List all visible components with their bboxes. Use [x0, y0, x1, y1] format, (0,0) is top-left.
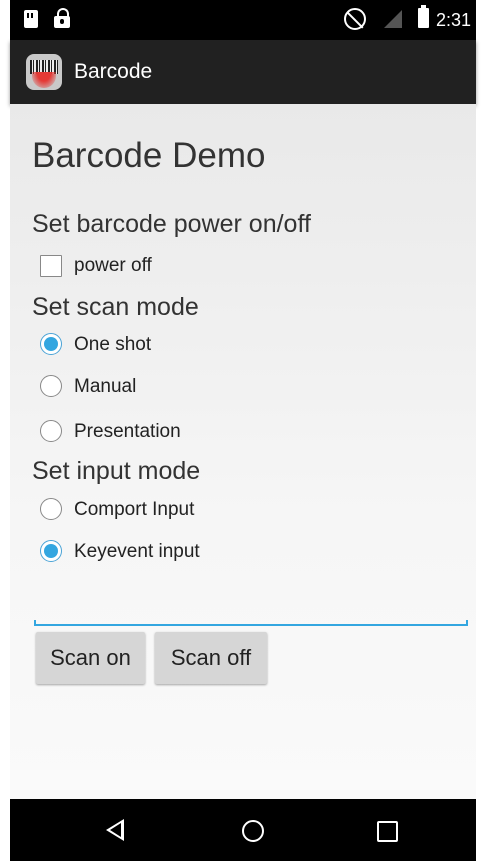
- manual-radio[interactable]: [40, 375, 62, 397]
- scan-mode-section-title: Set scan mode: [32, 293, 199, 321]
- page-title: Barcode Demo: [32, 136, 266, 175]
- presentation-label[interactable]: Presentation: [74, 421, 181, 443]
- scan-on-button[interactable]: Scan on: [36, 632, 145, 684]
- presentation-radio[interactable]: [40, 420, 62, 442]
- main-content: Barcode Demo Set barcode power on/off po…: [10, 104, 476, 799]
- power-section-title: Set barcode power on/off: [32, 210, 311, 238]
- barcode-input-field[interactable]: [34, 606, 468, 626]
- sd-card-icon: [24, 10, 38, 28]
- lock-icon: [54, 8, 70, 28]
- do-not-disturb-icon: [344, 8, 366, 30]
- manual-label[interactable]: Manual: [74, 376, 136, 398]
- app-title: Barcode: [74, 60, 153, 83]
- status-bar: 2:31: [10, 0, 476, 40]
- scan-off-button[interactable]: Scan off: [155, 632, 267, 684]
- status-time: 2:31: [436, 10, 472, 30]
- comport-input-label[interactable]: Comport Input: [74, 499, 194, 521]
- back-icon[interactable]: [106, 819, 124, 841]
- action-bar: Barcode: [10, 40, 476, 104]
- navigation-bar: [10, 799, 476, 861]
- barcode-app-icon: [26, 54, 62, 90]
- one-shot-label[interactable]: One shot: [74, 334, 151, 356]
- one-shot-radio[interactable]: [40, 333, 62, 355]
- comport-input-radio[interactable]: [40, 498, 62, 520]
- signal-icon: [384, 10, 402, 28]
- keyevent-input-radio[interactable]: [40, 540, 62, 562]
- battery-icon: [418, 5, 429, 28]
- power-off-label[interactable]: power off: [74, 255, 152, 277]
- home-icon[interactable]: [242, 820, 264, 842]
- keyevent-input-label[interactable]: Keyevent input: [74, 541, 200, 563]
- input-mode-section-title: Set input mode: [32, 457, 201, 485]
- power-off-checkbox[interactable]: [40, 255, 62, 277]
- recent-apps-icon[interactable]: [377, 821, 398, 842]
